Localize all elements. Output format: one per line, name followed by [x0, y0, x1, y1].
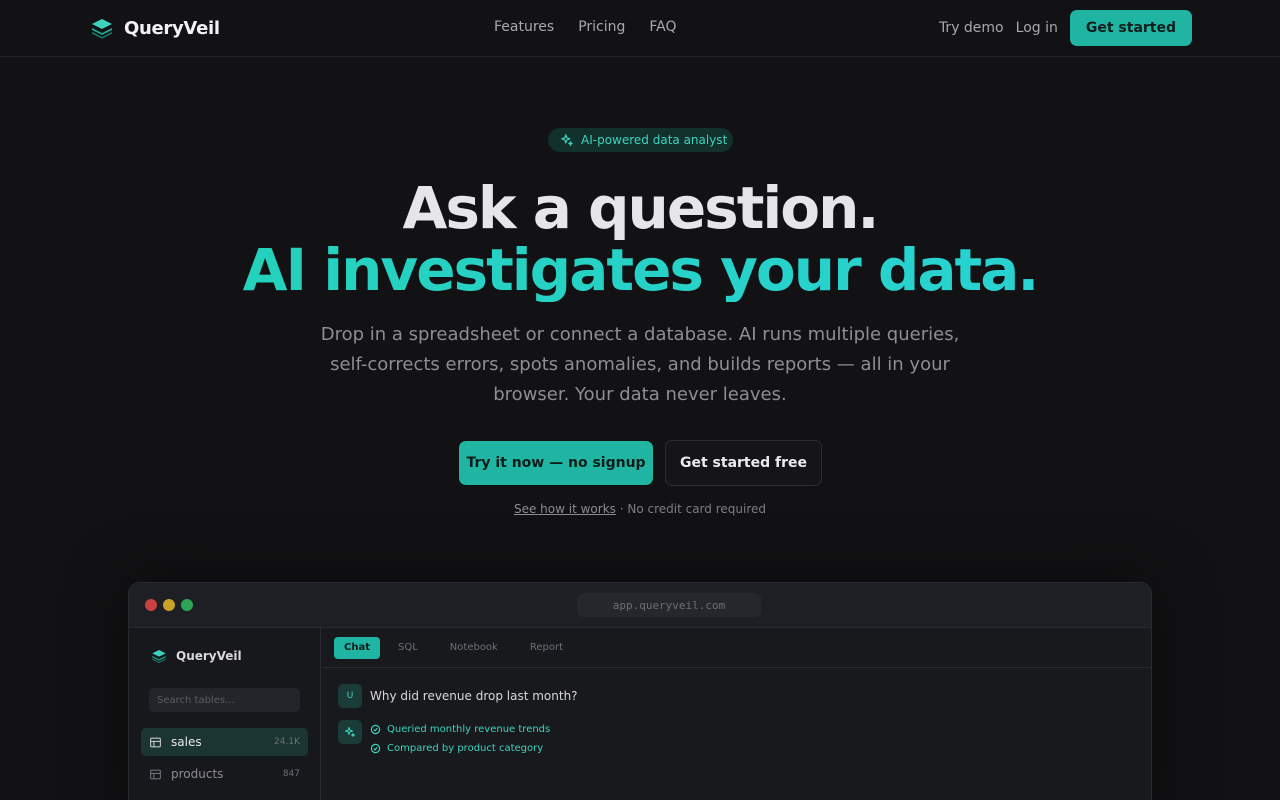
hero-cta-row: Try it now — no signup Get started free [459, 440, 822, 486]
user-avatar: U [338, 684, 362, 708]
nav-link-features[interactable]: Features [494, 19, 554, 35]
check-circle-icon [370, 724, 381, 735]
hero-headline-2: AI investigates your data. [0, 238, 1280, 302]
nav-link-pricing[interactable]: Pricing [578, 19, 625, 35]
sparkle-icon [561, 134, 573, 146]
get-started-button[interactable]: Get started [1069, 10, 1192, 46]
no-credit-card-text: · No credit card required [615, 502, 766, 516]
nav-links: Features Pricing FAQ [494, 19, 677, 35]
get-started-free-button[interactable]: Get started free [665, 440, 822, 486]
window-maximize-dot [181, 599, 193, 611]
user-message: U Why did revenue drop last month? [338, 684, 578, 708]
nav-actions: Try demo Log in Get started [939, 10, 1192, 46]
brand-logo[interactable]: QueryVeil [90, 16, 220, 40]
app-sidebar: QueryVeil Search tables... sales 24.1K p… [129, 628, 321, 800]
nav-link-faq[interactable]: FAQ [649, 19, 676, 35]
ai-message: Queried monthly revenue trends Compared … [338, 720, 550, 754]
ai-steps: Queried monthly revenue trends Compared … [370, 720, 630, 758]
layers-icon [92, 19, 112, 39]
brand-name: QueryVeil [124, 17, 220, 39]
tab-report[interactable]: Report [516, 637, 577, 659]
row-count: 24.1K [274, 737, 300, 747]
try-now-button[interactable]: Try it now — no signup [459, 441, 653, 485]
sidebar-item-label: products [171, 767, 224, 781]
tab-notebook[interactable]: Notebook [436, 637, 512, 659]
hero-headline-1: Ask a question. [402, 174, 880, 242]
step-label: Compared by product category [387, 743, 544, 754]
list-item: Queried monthly revenue trends [370, 720, 630, 739]
sidebar-brand-name: QueryVeil [176, 649, 242, 663]
app-main: Chat SQL Notebook Report U Why did reven… [322, 628, 1151, 800]
window-minimize-dot [163, 599, 175, 611]
hero-note: See how it works · No credit card requir… [0, 502, 1280, 516]
sidebar-item-sales[interactable]: sales 24.1K [141, 728, 308, 756]
app-tabs: Chat SQL Notebook Report [322, 628, 1151, 668]
address-bar: app.queryveil.com [577, 593, 761, 617]
try-demo-link[interactable]: Try demo [939, 20, 1004, 36]
tab-sql[interactable]: SQL [384, 637, 432, 659]
top-nav: QueryVeil Features Pricing FAQ Try demo … [0, 0, 1280, 57]
hero-badge-label: AI-powered data analyst [581, 133, 728, 147]
sidebar-item-label: sales [171, 735, 202, 749]
window-titlebar: app.queryveil.com [129, 583, 1151, 628]
app-preview-window: app.queryveil.com QueryVeil Search table… [128, 582, 1152, 800]
layers-icon [152, 650, 166, 663]
hero-subtitle: Drop in a spreadsheet or connect a datab… [320, 324, 960, 405]
log-in-link[interactable]: Log in [1016, 20, 1058, 36]
row-count: 847 [282, 769, 300, 779]
hero-badge: AI-powered data analyst [548, 128, 733, 152]
sparkle-icon [345, 727, 355, 737]
step-label: Queried monthly revenue trends [387, 724, 551, 735]
list-item: Compared by product category [370, 739, 630, 758]
user-question: Why did revenue drop last month? [370, 689, 578, 703]
tab-chat[interactable]: Chat [334, 636, 380, 659]
window-close-dot [145, 599, 157, 611]
sidebar-brand: QueryVeil [151, 648, 242, 664]
see-how-it-works-link[interactable]: See how it works [514, 502, 616, 516]
ai-avatar [338, 720, 362, 744]
table-search-input[interactable]: Search tables... [149, 688, 300, 712]
sidebar-item-products[interactable]: products 847 [141, 760, 308, 788]
check-circle-icon [370, 743, 381, 754]
table-icon [150, 737, 161, 747]
table-icon [150, 769, 161, 779]
